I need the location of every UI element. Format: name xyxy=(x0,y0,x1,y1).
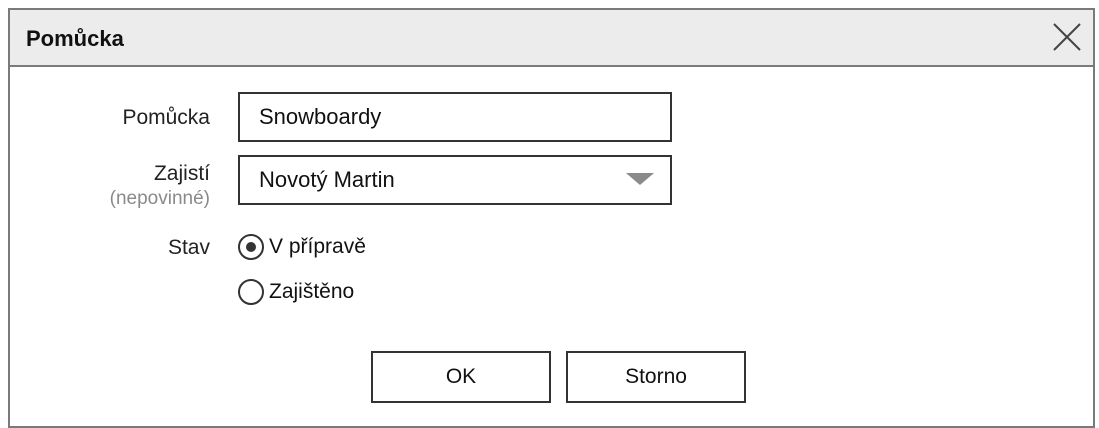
status-label: Stav xyxy=(167,236,210,259)
radio-label-in-preparation: V přípravě xyxy=(269,235,366,258)
dialog-title: Pomůcka xyxy=(26,26,124,51)
cancel-button[interactable]: Storno xyxy=(566,351,746,403)
status-radio-in-preparation[interactable]: V přípravě xyxy=(238,232,408,262)
chevron-down-icon xyxy=(626,173,654,185)
assignee-select-value: Novotý Martin xyxy=(259,167,395,192)
close-button[interactable] xyxy=(1049,19,1085,55)
radio-label-secured: Zajištěno xyxy=(269,280,355,303)
item-input[interactable]: Snowboardy xyxy=(238,92,672,142)
ok-button[interactable]: OK xyxy=(371,351,551,403)
assignee-optional-note: (nepovinné) xyxy=(109,188,210,209)
radio-checked-icon xyxy=(238,234,264,260)
close-icon xyxy=(1053,23,1081,51)
radio-unchecked-icon xyxy=(238,279,264,305)
assignee-select[interactable]: Novotý Martin xyxy=(238,155,672,205)
dialog: Pomůcka Pomůcka Snowboardy Zajistí (nepo… xyxy=(8,8,1095,428)
item-label: Pomůcka xyxy=(122,106,210,129)
assignee-label: Zajistí xyxy=(153,162,210,185)
dialog-titlebar: Pomůcka xyxy=(10,10,1093,67)
status-radio-secured[interactable]: Zajištěno xyxy=(238,277,408,307)
